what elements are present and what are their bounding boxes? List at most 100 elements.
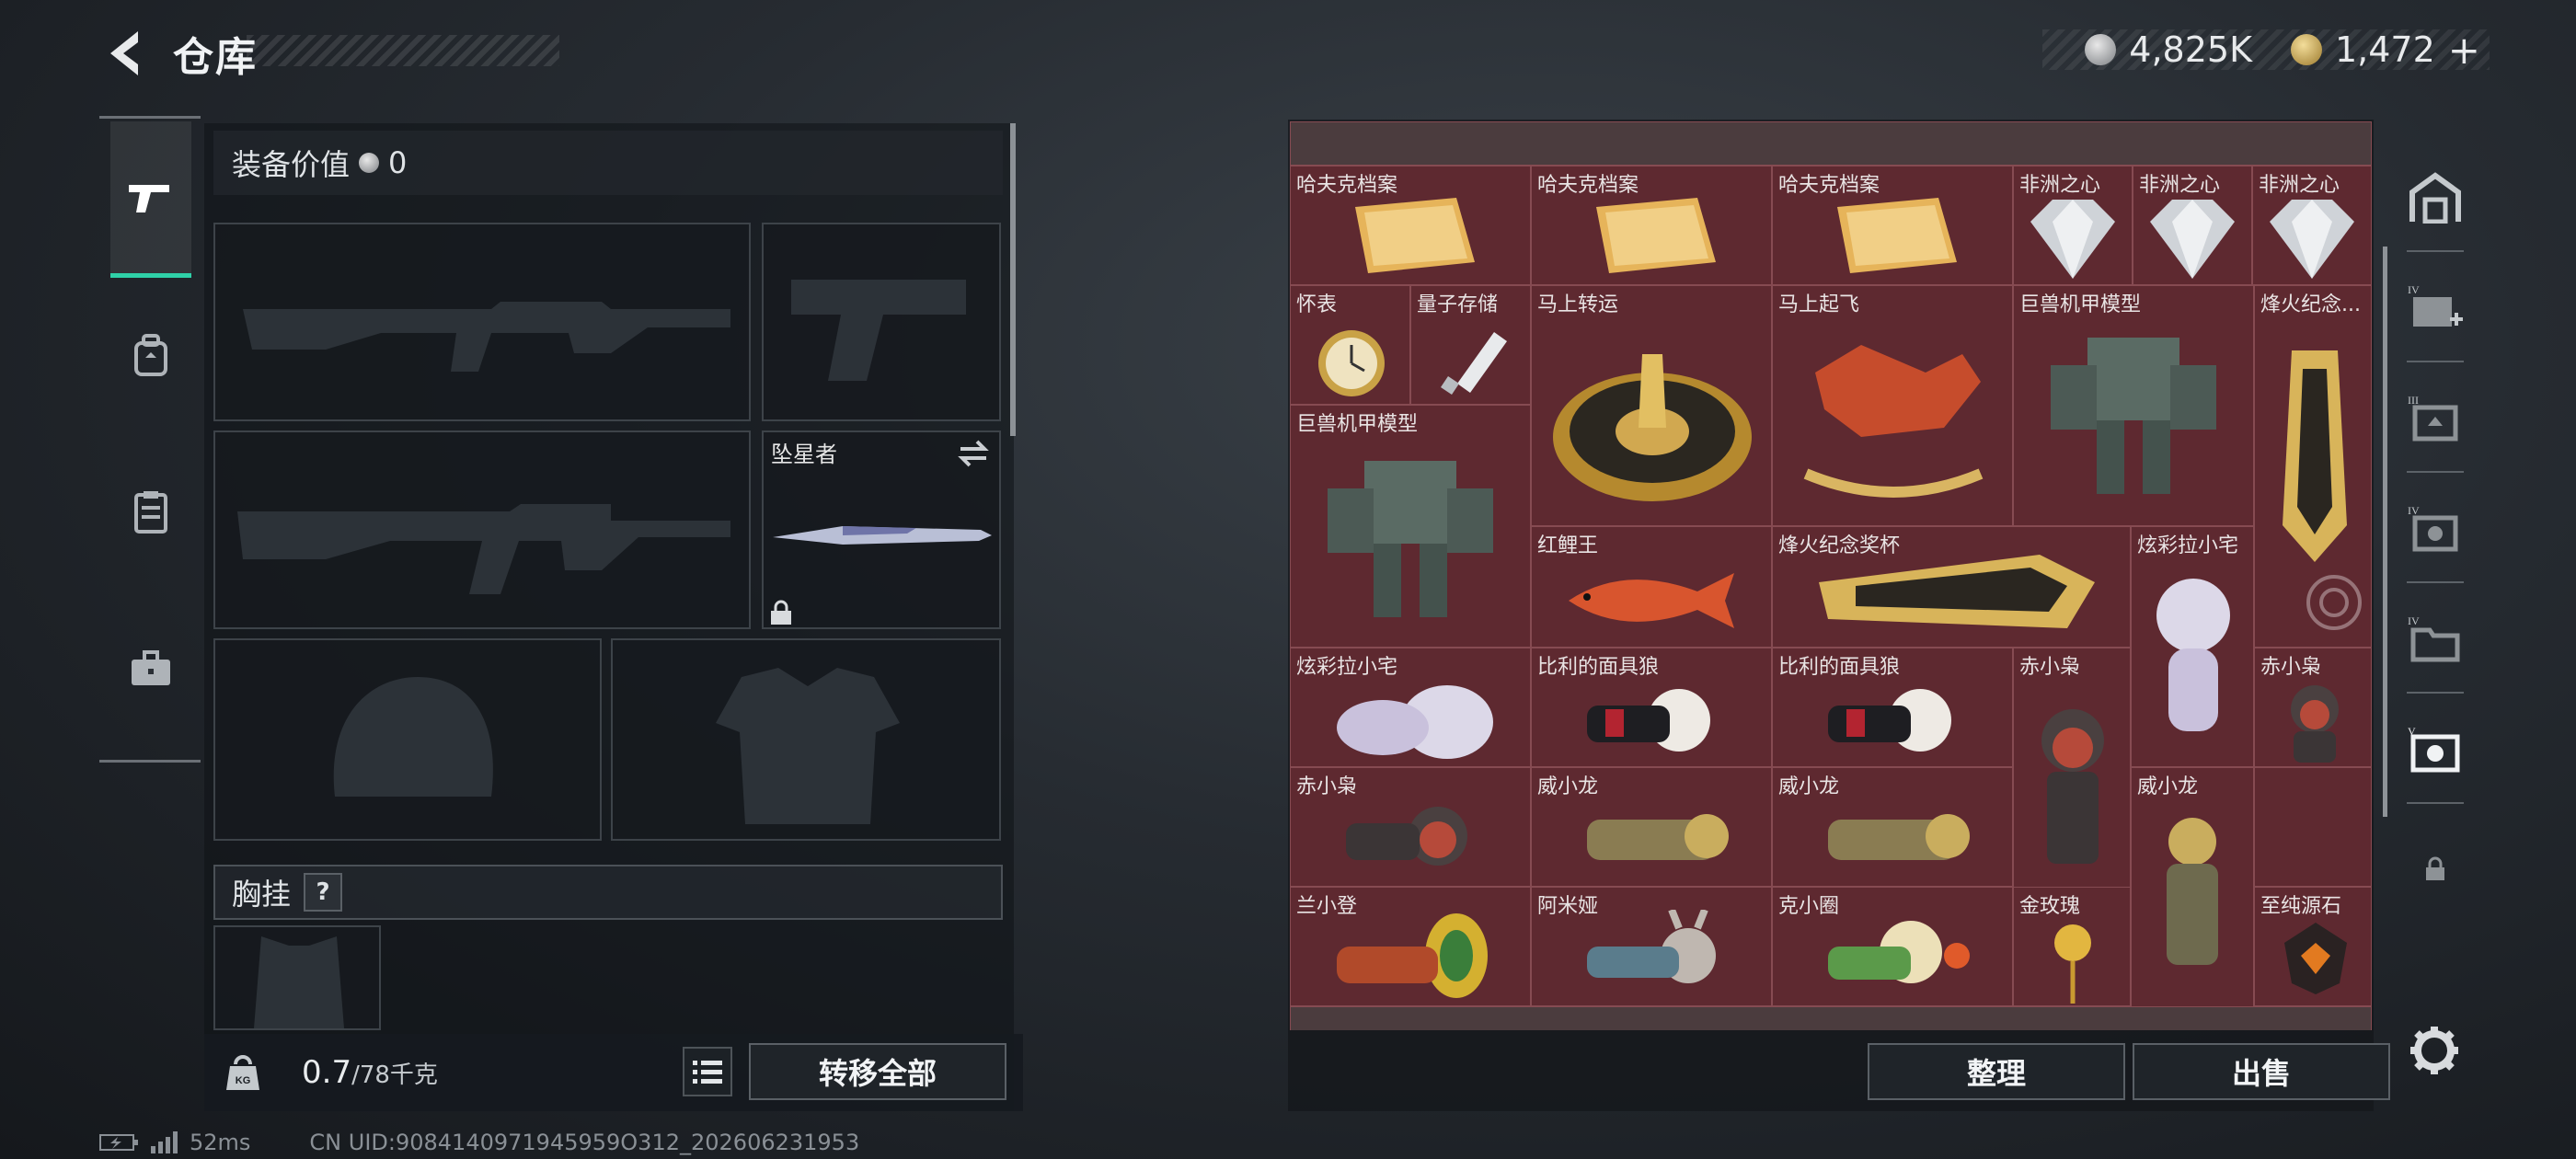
weight-max: /78千克	[351, 1061, 438, 1089]
organize-button[interactable]: 整理	[1868, 1043, 2125, 1100]
settings-button[interactable]	[2407, 1023, 2462, 1078]
usb-drive-icon	[1441, 332, 1507, 395]
tab-case[interactable]	[110, 591, 191, 747]
tab-chest-rig[interactable]	[110, 434, 191, 591]
tab-storage-4c[interactable]: IV	[2398, 589, 2473, 690]
add-currency-button[interactable]: +	[2448, 28, 2480, 73]
item-cell[interactable]: 哈夫克档案	[1290, 166, 1531, 285]
status-bar: 52ms CN UID:9084140971945959O312_2026062…	[99, 1130, 859, 1155]
diamond-icon	[2270, 200, 2354, 279]
crystal-stone-icon	[2284, 923, 2347, 994]
item-cell[interactable]: 哈夫克档案	[1772, 166, 2013, 285]
item-cell[interactable]: 非洲之心	[2013, 166, 2133, 285]
chest-rig-slot[interactable]	[213, 925, 381, 1030]
tab-storage-all[interactable]	[2398, 147, 2473, 248]
tab-storage-3[interactable]: III	[2398, 368, 2473, 469]
partial-row	[1290, 121, 2372, 166]
equipment-category-tabs	[99, 116, 201, 765]
trophy-icon	[2283, 350, 2347, 562]
item-name: 炫彩拉小宅	[2137, 534, 2239, 557]
gear-icon	[2410, 1027, 2458, 1074]
item-cell[interactable]: 威小龙	[2131, 767, 2254, 1008]
primary-weapon-slot-2[interactable]	[213, 430, 751, 629]
item-cell[interactable]: 至纯源石	[2254, 887, 2372, 1006]
tab-divider	[2407, 802, 2464, 804]
item-cell[interactable]: 克小圈	[1772, 887, 2013, 1006]
golden-horse-plate-icon	[1553, 354, 1752, 501]
item-name: 烽火纪念...	[2260, 293, 2361, 316]
item-cell[interactable]: 兰小登	[1290, 887, 1531, 1006]
item-cell[interactable]: 威小龙	[1772, 767, 2013, 887]
tab-divider	[99, 760, 201, 763]
tab-divider	[2407, 581, 2464, 583]
briefcase-icon	[132, 650, 170, 685]
item-cell[interactable]: 巨兽机甲模型	[2013, 285, 2254, 526]
item-cell[interactable]: 炫彩拉小宅	[1290, 648, 1531, 767]
item-cell[interactable]: 炫彩拉小宅	[2131, 526, 2254, 767]
tab-storage-4b[interactable]: IV	[2398, 478, 2473, 580]
tab-storage-4[interactable]: IV	[2398, 258, 2473, 359]
weight-display: 0.7/78千克	[302, 1054, 438, 1091]
item-cell[interactable]: 非洲之心	[2133, 166, 2252, 285]
help-button[interactable]: ?	[304, 873, 343, 912]
weight-button[interactable]: KG	[213, 1043, 272, 1102]
item-cell[interactable]: 巨兽机甲模型	[1290, 405, 1531, 648]
body-armor-slot[interactable]	[611, 638, 1001, 841]
item-cell[interactable]: 比利的面具狼	[1772, 648, 2013, 767]
signal-icon	[151, 1131, 178, 1153]
primary-weapon-slot-1[interactable]	[213, 223, 751, 421]
item-cell[interactable]: 红鲤王	[1531, 526, 1772, 648]
item-cell[interactable]: 怀表	[1290, 285, 1410, 405]
lock-icon	[771, 600, 791, 625]
equipment-value: 0	[388, 145, 408, 180]
list-view-button[interactable]	[683, 1047, 732, 1096]
trophy-horizontal-icon	[1819, 555, 2095, 628]
tab-armor[interactable]	[110, 278, 191, 434]
battery-icon	[99, 1134, 138, 1151]
doll-figure-icon	[2156, 579, 2230, 731]
backpack-icon	[134, 334, 167, 376]
item-cell[interactable]: 比利的面具狼	[1531, 648, 1772, 767]
svg-text:IV: IV	[2408, 504, 2420, 517]
target-icon	[2306, 575, 2362, 630]
pistol-silhouette-icon	[791, 280, 966, 381]
tool-box-icon: IV	[2408, 504, 2458, 552]
latency: 52ms	[190, 1130, 251, 1155]
hooded-figure-icon	[2041, 709, 2104, 864]
svg-text:V: V	[2408, 725, 2416, 738]
sell-button[interactable]: 出售	[2133, 1043, 2390, 1100]
weight-current: 0.7	[302, 1054, 352, 1091]
transfer-all-button[interactable]: 转移全部	[749, 1043, 1006, 1100]
item-name: 马上起飞	[1778, 293, 1860, 316]
tab-collectibles[interactable]: V	[2398, 699, 2473, 800]
armor-silhouette-icon	[716, 668, 900, 824]
equipment-scrollbar[interactable]	[1010, 123, 1016, 436]
item-cell[interactable]: 金玫瑰	[2013, 887, 2131, 1006]
item-name: 马上转运	[1537, 293, 1619, 316]
item-cell[interactable]: 赤小枭	[2013, 648, 2131, 889]
melee-slot[interactable]: 坠星者	[762, 430, 1001, 629]
tab-weapons[interactable]	[110, 121, 191, 278]
item-cell	[2254, 767, 2372, 887]
helmet-slot[interactable]	[213, 638, 602, 841]
item-cell[interactable]: 烽火纪念奖杯	[1772, 526, 2131, 648]
item-cell[interactable]: 威小龙	[1531, 767, 1772, 887]
item-cell[interactable]: 赤小枭	[1290, 767, 1531, 887]
helmet-silhouette-icon	[333, 677, 493, 797]
item-cell[interactable]: 量子存储	[1410, 285, 1531, 405]
tab-divider	[2407, 361, 2464, 362]
back-button[interactable]	[101, 26, 147, 81]
item-cell[interactable]: 赤小枭	[2254, 648, 2372, 767]
pistol-slot[interactable]	[762, 223, 1001, 421]
kettlebell-icon: KG	[226, 1055, 259, 1090]
swap-icon[interactable]	[955, 438, 992, 469]
item-cell[interactable]: 马上转运	[1531, 285, 1772, 526]
item-cell[interactable]: 非洲之心	[2252, 166, 2372, 285]
warehouse-scrollbar[interactable]	[2383, 247, 2387, 817]
item-name: 威小龙	[2137, 775, 2199, 798]
item-cell[interactable]: 哈夫克档案	[1531, 166, 1772, 285]
tab-locked[interactable]	[2398, 819, 2473, 920]
item-cell[interactable]: 马上起飞	[1772, 285, 2013, 526]
rifle-silhouette-icon	[237, 504, 730, 594]
item-cell[interactable]: 阿米娅	[1531, 887, 1772, 1006]
